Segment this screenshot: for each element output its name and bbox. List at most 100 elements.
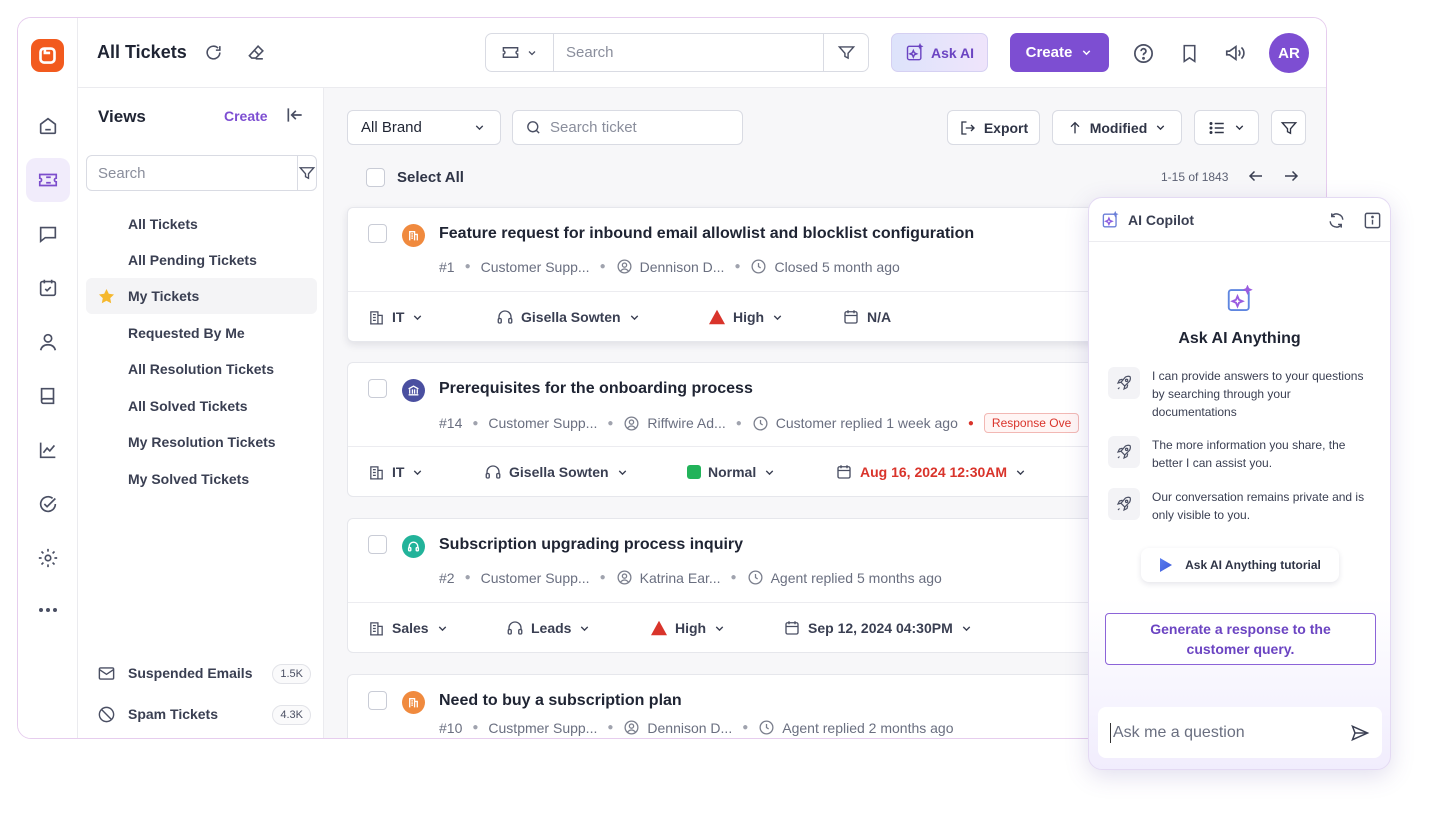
view-my-solved-tickets[interactable]: My Solved Tickets bbox=[86, 461, 317, 497]
eraser-icon[interactable] bbox=[243, 39, 269, 65]
create-button[interactable]: Create bbox=[1010, 33, 1109, 72]
ticket-icon bbox=[502, 47, 519, 58]
calendar-icon bbox=[837, 465, 851, 479]
announcement-icon[interactable] bbox=[1222, 40, 1248, 66]
approvals-icon[interactable] bbox=[26, 482, 70, 526]
top-bar: All Tickets Ask AI Create bbox=[78, 18, 1326, 88]
refresh-icon[interactable] bbox=[1327, 211, 1346, 230]
priority-select[interactable]: High bbox=[650, 603, 726, 653]
chat-icon[interactable] bbox=[26, 212, 70, 256]
views-search bbox=[86, 155, 317, 191]
view-my-tickets[interactable]: My Tickets bbox=[86, 278, 317, 314]
ticket-checkbox[interactable] bbox=[368, 379, 387, 398]
suggestion-button[interactable]: Generate a response to the customer quer… bbox=[1105, 613, 1376, 665]
knowledge-base-icon[interactable] bbox=[26, 374, 70, 418]
department-select[interactable]: Sales bbox=[368, 603, 449, 653]
search-filter-button[interactable] bbox=[823, 34, 868, 71]
priority-select[interactable]: Normal bbox=[687, 447, 776, 497]
home-icon[interactable] bbox=[26, 104, 70, 148]
priority-value: High bbox=[733, 309, 765, 325]
ticket-checkbox[interactable] bbox=[368, 224, 387, 243]
select-all[interactable]: Select All bbox=[366, 168, 464, 187]
create-view-link[interactable]: Create bbox=[224, 108, 268, 124]
priority-select[interactable]: High bbox=[708, 292, 784, 342]
due-date-select[interactable]: Aug 16, 2024 12:30AM bbox=[835, 447, 1027, 497]
chevron-down-icon bbox=[630, 314, 638, 320]
send-icon[interactable] bbox=[1338, 723, 1382, 743]
arrow-up-icon bbox=[1070, 121, 1080, 133]
search-input[interactable] bbox=[554, 34, 823, 71]
ticket-title[interactable]: Prerequisites for the onboarding process bbox=[439, 380, 753, 398]
rocket-icon bbox=[1108, 488, 1140, 520]
copilot-tip-text: I can provide answers to your questions … bbox=[1152, 369, 1364, 419]
suspended-emails-count: 1.5K bbox=[272, 664, 311, 684]
more-icon[interactable] bbox=[26, 588, 70, 632]
arrow-right-icon[interactable] bbox=[1282, 167, 1300, 185]
ask-ai-button[interactable]: Ask AI bbox=[891, 33, 988, 72]
department-select[interactable]: IT bbox=[368, 447, 424, 497]
headset-icon bbox=[507, 621, 523, 635]
headset-icon bbox=[497, 310, 513, 324]
view-all-tickets[interactable]: All Tickets bbox=[86, 206, 317, 242]
search-type-select[interactable] bbox=[486, 34, 554, 71]
ticket-title[interactable]: Feature request for inbound email allowl… bbox=[439, 225, 974, 243]
chevron-down-icon bbox=[773, 314, 782, 320]
building-icon bbox=[402, 691, 425, 714]
tutorial-button[interactable]: Ask AI Anything tutorial bbox=[1141, 548, 1339, 582]
suspended-emails-item[interactable]: Suspended Emails 1.5K bbox=[86, 656, 317, 690]
spam-tickets-item[interactable]: Spam Tickets 4.3K bbox=[86, 697, 317, 731]
sort-button[interactable]: Modified bbox=[1052, 110, 1182, 145]
calendar-icon bbox=[785, 621, 799, 635]
help-icon[interactable] bbox=[1130, 40, 1156, 66]
tasks-icon[interactable] bbox=[26, 266, 70, 310]
view-my-resolution-tickets[interactable]: My Resolution Tickets bbox=[86, 424, 317, 460]
user-icon bbox=[616, 258, 633, 275]
warning-triangle-icon bbox=[651, 620, 667, 636]
settings-icon[interactable] bbox=[26, 536, 70, 580]
views-search-input[interactable] bbox=[87, 156, 297, 190]
select-all-label: Select All bbox=[397, 169, 464, 186]
ticket-checkbox[interactable] bbox=[368, 535, 387, 554]
ask-ai-label: Ask AI bbox=[930, 44, 975, 61]
due-date-select[interactable]: N/A bbox=[842, 292, 891, 342]
ticket-checkbox[interactable] bbox=[368, 691, 387, 710]
brand-select[interactable]: All Brand bbox=[347, 110, 501, 145]
ticket-search-input[interactable] bbox=[550, 119, 730, 136]
views-filter-button[interactable] bbox=[297, 156, 316, 190]
copilot-question-input[interactable] bbox=[1110, 722, 1338, 743]
assignee-select[interactable]: Gisella Sowten bbox=[496, 292, 641, 342]
bookmark-icon[interactable] bbox=[1176, 40, 1202, 66]
block-icon bbox=[97, 705, 116, 724]
star-icon bbox=[97, 287, 116, 306]
assignee-select[interactable]: Leads bbox=[506, 603, 591, 653]
collapse-panel-icon[interactable] bbox=[285, 105, 305, 125]
reports-icon[interactable] bbox=[26, 428, 70, 472]
view-all-resolution-tickets[interactable]: All Resolution Tickets bbox=[86, 351, 317, 387]
tickets-icon[interactable] bbox=[26, 158, 70, 202]
export-button[interactable]: Export bbox=[947, 110, 1040, 145]
contacts-icon[interactable] bbox=[26, 320, 70, 364]
ticket-status: Agent replied 2 months ago bbox=[782, 719, 954, 736]
list-view-button[interactable] bbox=[1194, 110, 1259, 145]
app-logo[interactable] bbox=[31, 39, 64, 72]
view-all-solved-tickets[interactable]: All Solved Tickets bbox=[86, 388, 317, 424]
refresh-icon[interactable] bbox=[200, 39, 226, 65]
copilot-tip-text: The more information you share, the bett… bbox=[1152, 438, 1346, 470]
ticket-title[interactable]: Need to buy a subscription plan bbox=[439, 692, 682, 710]
rocket-icon bbox=[1108, 367, 1140, 399]
info-icon[interactable] bbox=[1363, 211, 1382, 230]
due-date-select[interactable]: Sep 12, 2024 04:30PM bbox=[783, 603, 973, 653]
chevron-down-icon bbox=[1016, 469, 1025, 475]
building-icon bbox=[370, 621, 383, 636]
filter-button[interactable] bbox=[1271, 110, 1306, 145]
assignee-select[interactable]: Gisella Sowten bbox=[484, 447, 629, 497]
department-select[interactable]: IT bbox=[368, 292, 424, 342]
view-all-pending-tickets[interactable]: All Pending Tickets bbox=[86, 242, 317, 278]
select-all-checkbox[interactable] bbox=[366, 168, 385, 187]
avatar[interactable]: AR bbox=[1269, 33, 1309, 73]
view-requested-by-me[interactable]: Requested By Me bbox=[86, 315, 317, 351]
arrow-left-icon[interactable] bbox=[1247, 167, 1265, 185]
ticket-title[interactable]: Subscription upgrading process inquiry bbox=[439, 536, 743, 554]
ticket-group: Customer Supp... bbox=[480, 569, 590, 586]
chevron-down-icon bbox=[1235, 125, 1243, 131]
